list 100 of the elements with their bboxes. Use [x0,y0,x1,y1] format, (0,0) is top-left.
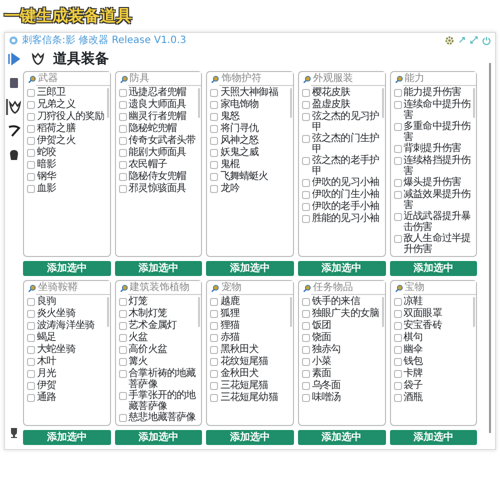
checkbox[interactable] [118,392,127,400]
maximize-icon[interactable] [470,36,478,44]
checkbox[interactable] [27,149,35,157]
checkbox[interactable] [210,113,218,121]
checkbox[interactable] [210,382,218,390]
checkbox[interactable] [302,382,310,390]
checkbox[interactable] [302,191,310,199]
checkbox[interactable] [394,382,402,390]
checkbox[interactable] [210,370,218,378]
checkbox[interactable] [27,101,35,109]
checkbox[interactable] [394,145,402,153]
checkbox[interactable] [302,179,310,187]
checkbox[interactable] [394,322,402,330]
add-selected-button[interactable]: 添加选中 [298,430,386,445]
checkbox[interactable] [27,346,35,354]
checkbox[interactable] [118,185,127,193]
checkbox[interactable] [118,358,127,366]
checkbox[interactable] [27,185,35,193]
checkbox[interactable] [210,334,218,342]
checkbox[interactable] [302,157,310,165]
checkbox[interactable] [118,370,127,378]
search-field[interactable]: 防具 [128,72,202,86]
checkbox[interactable] [302,310,310,318]
checkbox[interactable] [118,414,127,422]
checkbox[interactable] [302,358,310,366]
checkbox[interactable] [302,215,310,223]
checkbox[interactable] [118,346,127,354]
checkbox[interactable] [27,298,35,306]
checkbox[interactable] [394,213,402,221]
checkbox[interactable] [118,125,127,133]
search-field[interactable]: 宠物 [219,281,293,295]
power-icon[interactable] [482,36,491,44]
checkbox[interactable] [394,358,402,366]
checkbox[interactable] [210,322,218,330]
add-selected-button[interactable]: 添加选中 [390,430,478,445]
checkbox[interactable] [210,149,218,157]
checkbox[interactable] [302,89,310,97]
checkbox[interactable] [27,358,35,366]
checkbox[interactable] [27,394,35,402]
checkbox[interactable] [210,185,218,193]
checkbox[interactable] [302,101,310,109]
checkbox[interactable] [118,173,127,181]
checkbox[interactable] [394,101,402,109]
search-field[interactable]: 饰物护符 [219,72,293,86]
checkbox[interactable] [394,123,402,131]
checkbox[interactable] [210,101,218,109]
add-selected-button[interactable]: 添加选中 [23,430,111,445]
checkbox[interactable] [394,179,402,187]
add-selected-button[interactable]: 添加选中 [206,430,294,445]
checkbox[interactable] [394,298,402,306]
checkbox[interactable] [394,89,402,97]
checkbox[interactable] [118,310,127,318]
checkbox[interactable] [118,298,127,306]
checkbox[interactable] [118,334,127,342]
checkbox[interactable] [27,161,35,169]
checkbox[interactable] [302,394,310,402]
checkbox[interactable] [118,322,127,330]
checkbox[interactable] [210,89,218,97]
add-selected-button[interactable]: 添加选中 [114,430,202,445]
checkbox[interactable] [27,310,35,318]
checkbox[interactable] [394,346,402,354]
search-field[interactable]: 能力 [402,72,476,86]
checkbox[interactable] [210,298,218,306]
checkbox[interactable] [118,161,127,169]
checkbox[interactable] [302,113,310,121]
checkbox[interactable] [302,322,310,330]
checkbox[interactable] [27,173,35,181]
add-selected-button[interactable]: 添加选中 [23,261,111,276]
checkbox[interactable] [302,334,310,342]
checkbox[interactable] [27,113,35,121]
checkbox[interactable] [118,89,127,97]
checkbox[interactable] [210,173,218,181]
checkbox[interactable] [118,149,127,157]
checkbox[interactable] [27,334,35,342]
checkbox[interactable] [27,382,35,390]
expand-icon[interactable] [458,36,466,44]
search-field[interactable]: 坐骑鞍鞯 [36,281,110,295]
add-selected-button[interactable]: 添加选中 [298,261,386,276]
search-field[interactable]: 外观服装 [310,72,385,86]
search-field[interactable]: 任务物品 [310,281,385,295]
checkbox[interactable] [302,203,310,211]
play-icon[interactable] [6,51,22,67]
search-field[interactable]: 武器 [36,72,110,86]
checkbox[interactable] [27,137,35,145]
checkbox[interactable] [394,334,402,342]
checkbox[interactable] [302,346,310,354]
checkbox[interactable] [210,358,218,366]
checkbox[interactable] [302,370,310,378]
checkbox[interactable] [394,310,402,318]
checkbox[interactable] [302,298,310,306]
checkbox[interactable] [394,370,402,378]
add-selected-button[interactable]: 添加选中 [390,261,478,276]
checkbox[interactable] [210,125,218,133]
add-selected-button[interactable]: 添加选中 [206,261,294,276]
search-field[interactable]: 建筑装饰植物 [128,281,202,295]
checkbox[interactable] [394,191,402,199]
checkbox[interactable] [394,235,402,243]
checkbox[interactable] [210,161,218,169]
checkbox[interactable] [210,310,218,318]
search-field[interactable]: 宝物 [402,281,476,295]
